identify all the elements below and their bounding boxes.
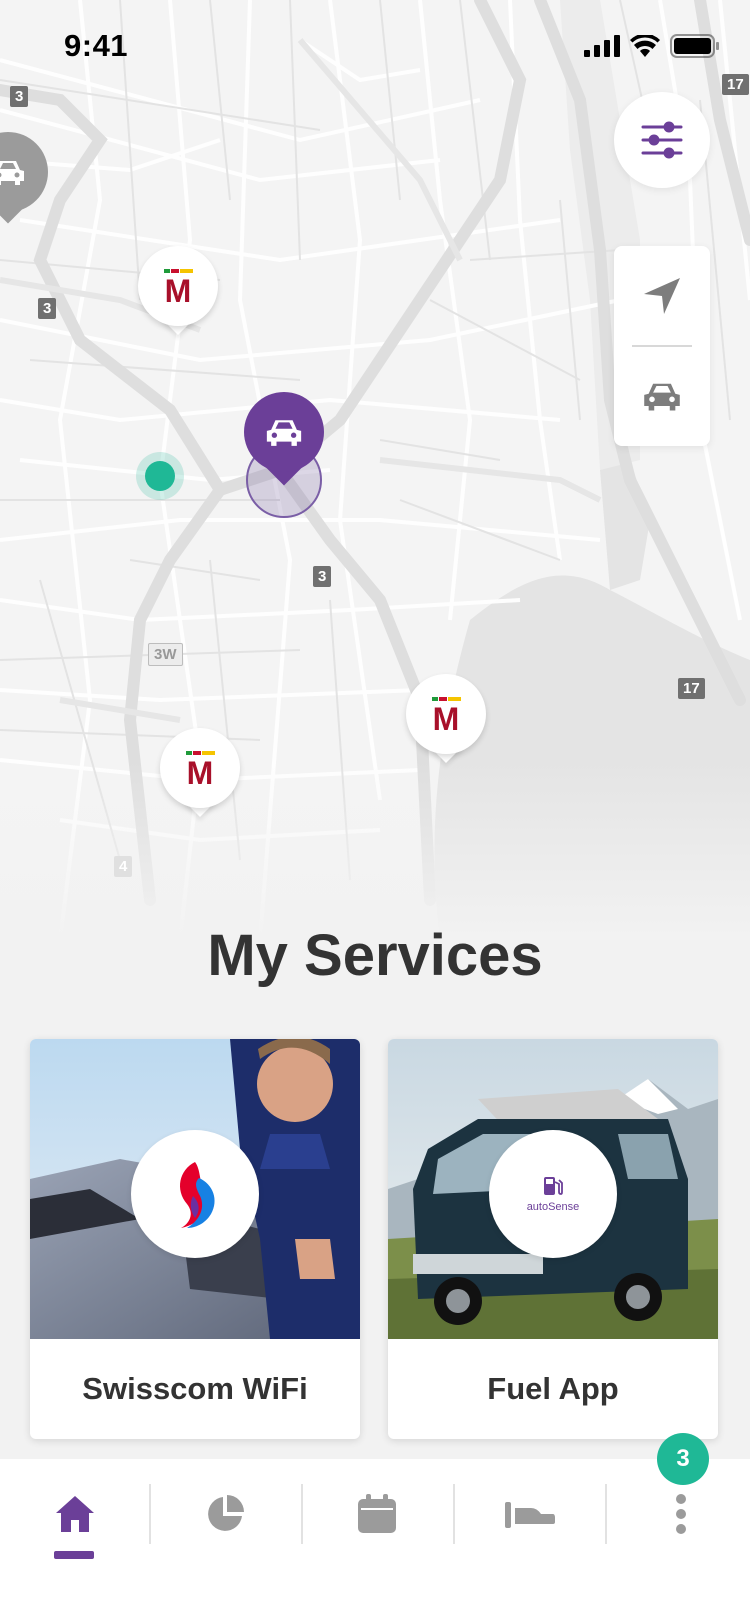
service-card-label: Swisscom WiFi: [82, 1371, 308, 1406]
service-card-label: Fuel App: [487, 1371, 619, 1406]
car-icon: [0, 132, 48, 212]
road-shield: 3: [313, 566, 332, 587]
services-title: My Services: [207, 923, 543, 988]
selected-car-marker[interactable]: [244, 392, 324, 522]
navigation-arrow-icon: [644, 278, 680, 314]
migrol-station-marker[interactable]: M: [160, 728, 240, 820]
migrol-logo-icon: M: [160, 728, 240, 808]
service-card-fuel-app[interactable]: autoSense Fuel App: [388, 1039, 718, 1439]
locate-me-button[interactable]: [614, 246, 710, 346]
tab-bar: [0, 1459, 750, 1624]
car-marker[interactable]: [0, 132, 48, 232]
autosense-logo-text: autoSense: [526, 1201, 580, 1213]
route-icon: [505, 1502, 555, 1528]
migrol-letter: M: [433, 701, 460, 734]
more-vertical-icon: [676, 1494, 686, 1534]
wifi-icon: [630, 35, 660, 57]
sliders-icon: [641, 121, 683, 159]
migrol-letter: M: [187, 755, 214, 788]
migrol-station-marker[interactable]: M: [406, 674, 486, 766]
tab-calendar[interactable]: [302, 1459, 452, 1569]
home-icon: [56, 1496, 94, 1532]
tab-stats[interactable]: [150, 1459, 300, 1569]
swisscom-logo: [131, 1130, 259, 1258]
status-time: 9:41: [64, 28, 129, 63]
migrol-logo-icon: M: [138, 246, 218, 326]
road-shield: 3W: [148, 643, 183, 666]
migrol-station-marker[interactable]: M: [138, 246, 218, 338]
autosense-logo: autoSense: [489, 1130, 617, 1258]
calendar-icon: [358, 1494, 396, 1533]
map-controls-panel: [614, 246, 710, 446]
road-shield: 17: [678, 678, 705, 699]
map-view[interactable]: 3 3 3 3W 17 17 4 M M M 9:41: [0, 0, 750, 940]
road-shield: 4: [114, 856, 133, 877]
car-icon: [644, 383, 680, 411]
status-bar: 9:41: [0, 0, 750, 90]
migrol-letter: M: [165, 273, 192, 306]
pie-chart-icon: [208, 1495, 244, 1531]
road-shield: 3: [38, 298, 57, 319]
service-card-swisscom-wifi[interactable]: Swisscom WiFi: [30, 1039, 360, 1439]
migrol-logo-icon: M: [406, 674, 486, 754]
active-tab-indicator: [54, 1551, 94, 1559]
battery-icon: [670, 34, 719, 58]
car-icon: [244, 392, 324, 472]
notification-badge: 3: [657, 1433, 709, 1485]
filter-button[interactable]: [614, 92, 710, 188]
map-fade: [0, 760, 750, 940]
tab-trips[interactable]: [454, 1459, 604, 1569]
user-location-dot: [136, 452, 184, 500]
center-car-button[interactable]: [614, 346, 710, 446]
signal-icon: [584, 35, 620, 57]
fuel-pump-icon: [544, 1177, 563, 1195]
